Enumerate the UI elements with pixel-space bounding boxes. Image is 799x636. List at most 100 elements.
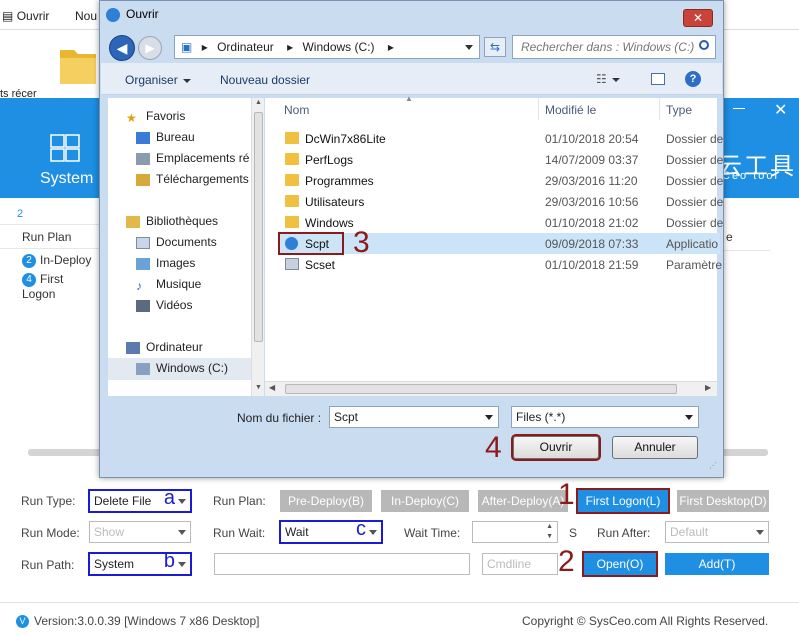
scroll-down-icon[interactable]: ▼ <box>255 384 262 391</box>
wait-time-input[interactable]: ▲ ▼ <box>472 521 558 543</box>
after-deploy-button[interactable]: After-Deploy(A) <box>478 490 568 512</box>
plan-number: 2 <box>22 253 36 268</box>
dialog-cancel-button[interactable]: Annuler <box>612 436 698 459</box>
help-button[interactable]: ? <box>685 71 701 87</box>
nav-musique[interactable]: ♪ Musique <box>136 277 201 293</box>
downloads-icon <box>136 173 150 186</box>
file-hscrollbar[interactable]: ◀ ▶ <box>265 381 717 396</box>
chevron-down-icon <box>178 499 186 504</box>
marker-b: b <box>163 550 175 572</box>
chevron-down-icon[interactable] <box>465 45 473 50</box>
preview-pane-button[interactable] <box>651 73 665 85</box>
forward-button[interactable]: ▶ <box>138 36 162 60</box>
marker-1: 1 <box>558 478 575 511</box>
nav-favorites[interactable]: ★ Favoris <box>126 109 185 125</box>
search-icon <box>699 40 709 50</box>
run-after-select[interactable]: Default <box>665 521 769 543</box>
folder-icon <box>285 174 299 186</box>
run-path-select[interactable]: System b <box>88 550 192 576</box>
file-name: PerfLogs <box>305 153 354 167</box>
nav-windows-c[interactable]: Windows (C:) <box>108 358 251 380</box>
path-input[interactable] <box>214 553 470 575</box>
marker-a: a <box>163 487 175 509</box>
open-dialog: Ouvrir ✕ ◀ ▶ ▣ ▸ Ordinateur ▸ Windows (C… <box>99 0 724 478</box>
file-date: 14/07/2009 03:37 <box>545 153 639 167</box>
navigation-pane: ★ Favoris Bureau Emplacements ré Téléchar… <box>108 98 263 396</box>
new-menu[interactable]: Nou <box>75 9 97 23</box>
images-icon <box>136 257 150 270</box>
arrow-right-icon: ▶ <box>145 41 155 55</box>
open-menu[interactable]: ▤ Ouvrir <box>2 9 49 23</box>
filetype-select[interactable]: Files (*.*) <box>511 406 699 428</box>
wait-time-label: Wait Time: <box>404 526 461 540</box>
cmdline-input[interactable]: Cmdline <box>482 553 558 575</box>
file-row[interactable]: Windows 01/10/2018 21:02 Dossier de <box>280 212 723 233</box>
videos-icon <box>136 299 150 312</box>
first-logon-button[interactable]: First Logon(L) <box>576 488 670 514</box>
windows-icon <box>50 134 80 162</box>
plan-number: 4 <box>22 272 36 287</box>
column-name[interactable]: Nom <box>284 98 309 120</box>
in-deploy-button[interactable]: In-Deploy(C) <box>381 490 469 512</box>
organize-button[interactable]: Organiser <box>125 73 191 87</box>
dialog-close-button[interactable]: ✕ <box>683 9 713 27</box>
list-item[interactable]: 4 First Logon <box>22 272 100 301</box>
column-type[interactable]: Type <box>666 98 692 120</box>
breadcrumb-ordinateur[interactable]: Ordinateur <box>217 40 274 54</box>
file-row[interactable]: Utilisateurs 29/03/2016 10:56 Dossier de <box>280 191 723 212</box>
nav-documents[interactable]: Documents <box>136 235 217 249</box>
system-tab[interactable]: System <box>40 170 93 188</box>
dialog-title-text: Ouvrir <box>126 7 159 21</box>
address-bar[interactable]: ▣ ▸ Ordinateur ▸ Windows (C:) ▸ <box>174 35 480 59</box>
chevron-down-icon[interactable] <box>485 415 493 420</box>
nav-ordinateur[interactable]: Ordinateur <box>126 340 203 354</box>
open-menu-label: Ouvrir <box>16 9 50 23</box>
spinner-down-icon[interactable]: ▼ <box>546 533 553 540</box>
documents-icon <box>136 236 150 249</box>
nav-images[interactable]: Images <box>136 256 195 270</box>
file-row-selected[interactable]: Scpt 09/09/2018 07:33 Applicatio <box>278 232 720 255</box>
scroll-thumb[interactable] <box>285 384 677 394</box>
libraries-icon <box>126 215 140 228</box>
file-type: Dossier de <box>666 132 724 146</box>
marker-c: c <box>356 518 366 540</box>
run-mode-select[interactable]: Show <box>89 521 191 543</box>
new-folder-button[interactable]: Nouveau dossier <box>220 73 310 87</box>
run-wait-select[interactable]: Wait c <box>279 518 383 544</box>
back-button[interactable]: ◀ <box>109 35 135 61</box>
first-desktop-button[interactable]: First Desktop(D) <box>677 490 769 512</box>
dialog-open-button[interactable]: Ouvrir <box>511 434 601 461</box>
nav-videos[interactable]: Vidéos <box>136 298 192 312</box>
open-button[interactable]: Open(O) <box>582 551 658 577</box>
list-item[interactable]: 2 In-Deploy <box>22 253 91 268</box>
breadcrumb-windows[interactable]: Windows (C:) <box>302 40 374 54</box>
minimize-icon[interactable] <box>733 108 745 109</box>
file-row[interactable]: Scset 01/10/2018 21:59 Paramètre <box>280 254 722 275</box>
file-type: Dossier de <box>666 153 724 167</box>
search-input[interactable]: Rechercher dans : Windows (C:) <box>512 35 716 59</box>
filename-input[interactable]: Scpt <box>329 406 499 428</box>
nav-emplacements[interactable]: Emplacements ré <box>136 151 249 165</box>
chevron-down-icon <box>756 530 764 535</box>
spinner-up-icon[interactable]: ▲ <box>546 523 553 530</box>
nav-bibliotheques[interactable]: Bibliothèques <box>126 214 218 228</box>
close-icon[interactable]: ✕ <box>774 100 787 120</box>
file-type: Dossier de <box>666 216 724 230</box>
resize-grip-icon[interactable]: ⋰ <box>709 461 717 470</box>
scroll-up-icon[interactable]: ▲ <box>255 99 262 106</box>
add-button[interactable]: Add(T) <box>665 553 769 575</box>
view-options-button[interactable]: ☷ <box>596 72 620 86</box>
scroll-right-icon[interactable]: ▶ <box>705 383 711 392</box>
nav-scrollbar[interactable]: ▲ ▼ <box>251 98 264 396</box>
scroll-thumb[interactable] <box>254 112 263 342</box>
nav-bureau[interactable]: Bureau <box>136 130 195 144</box>
pre-deploy-button[interactable]: Pre-Deploy(B) <box>280 490 372 512</box>
refresh-button[interactable]: ⇆ <box>484 37 506 57</box>
column-modified[interactable]: Modifié le <box>545 98 596 120</box>
nav-telechargements[interactable]: Téléchargements <box>136 172 249 186</box>
file-row[interactable]: DcWin7x86Lite 01/10/2018 20:54 Dossier de <box>280 128 723 149</box>
run-type-select[interactable]: Delete File a <box>88 487 192 513</box>
file-row[interactable]: Programmes 29/03/2016 11:20 Dossier de <box>280 170 723 191</box>
scroll-left-icon[interactable]: ◀ <box>269 383 275 392</box>
file-row[interactable]: PerfLogs 14/07/2009 03:37 Dossier de <box>280 149 723 170</box>
